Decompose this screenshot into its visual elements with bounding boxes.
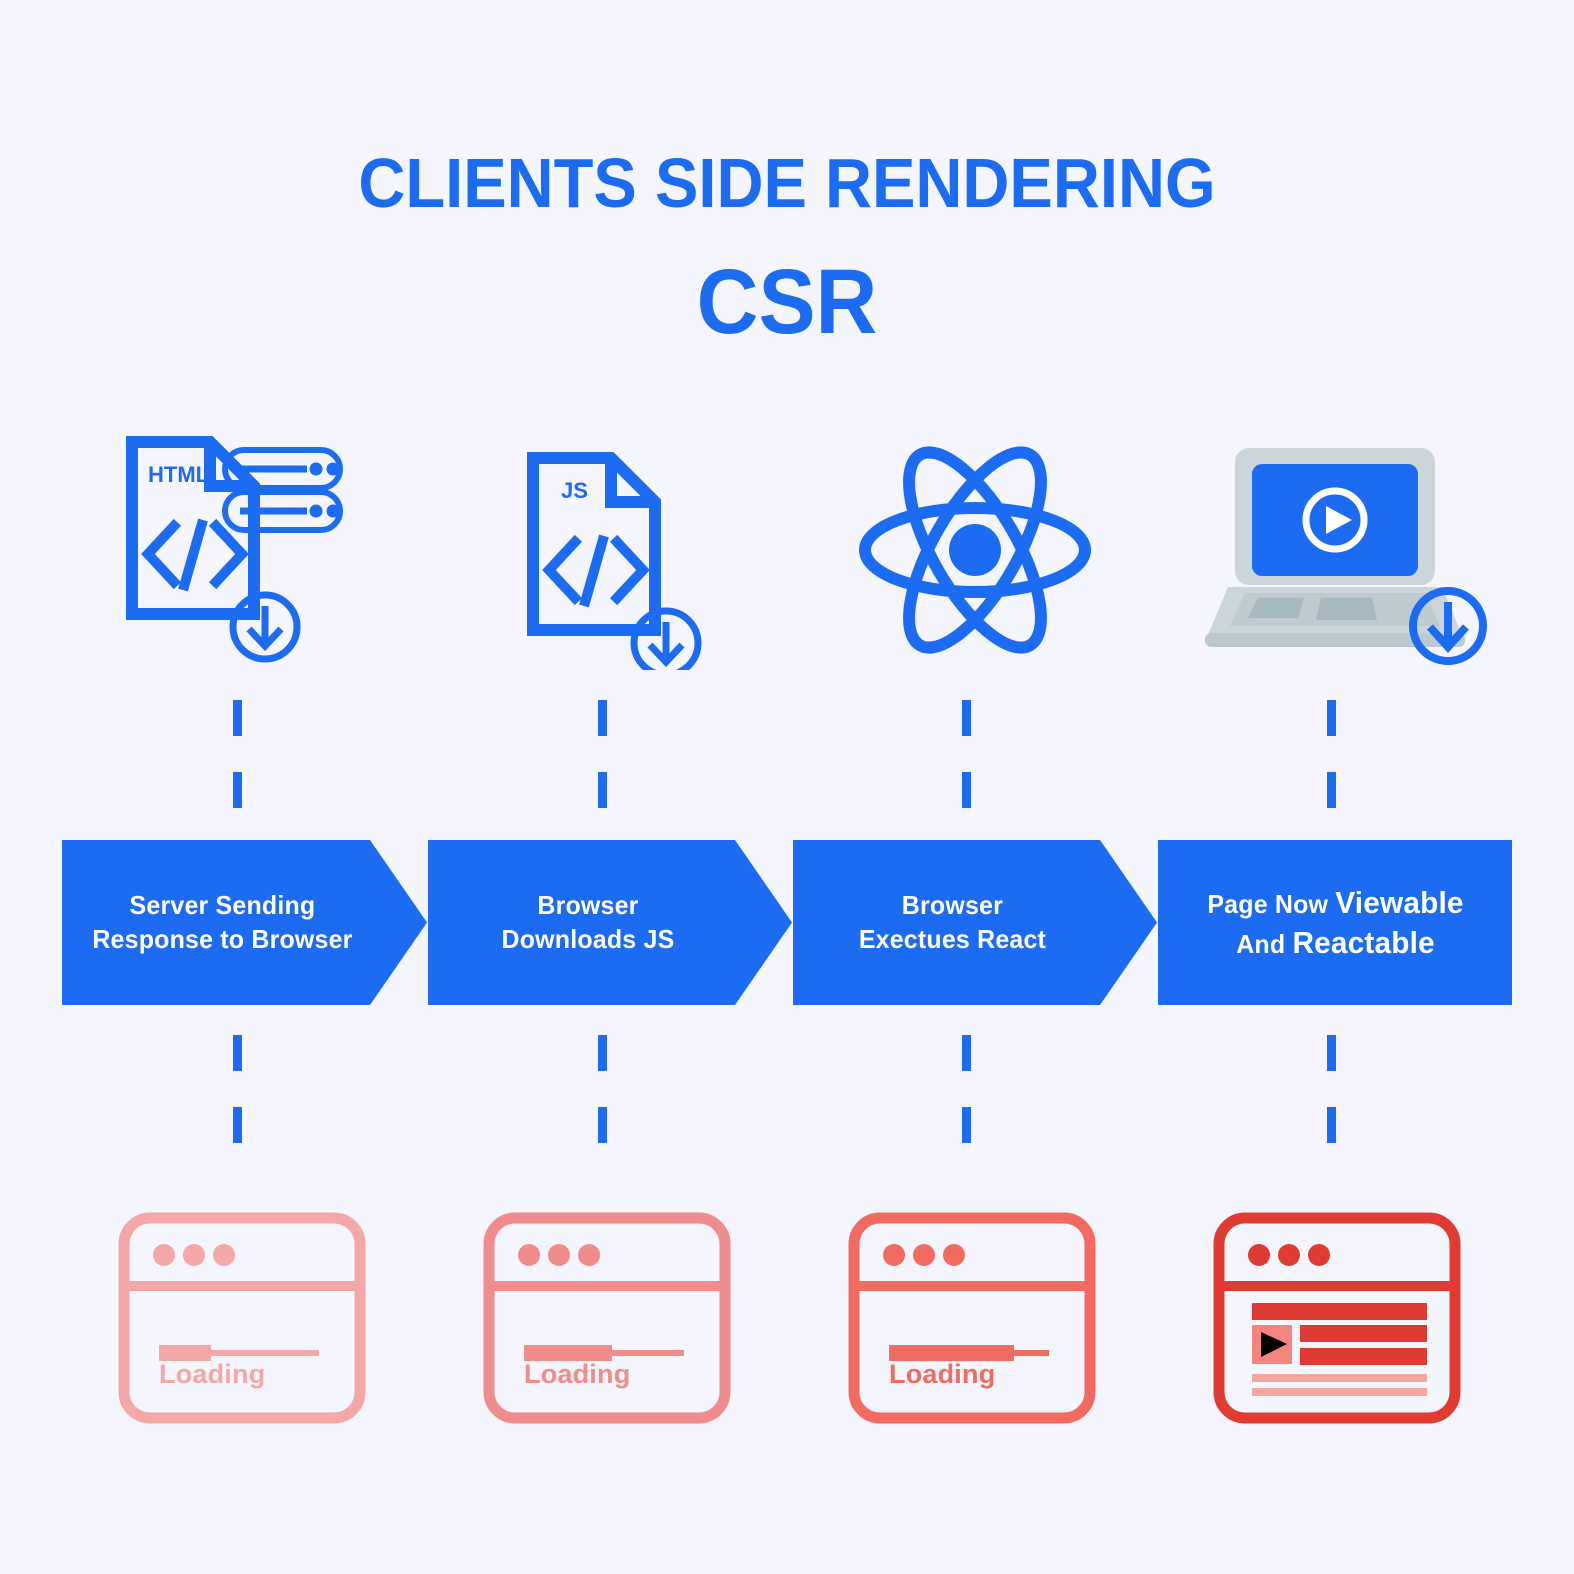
stage-3-arrow-line1: Browser	[902, 890, 1004, 921]
connector-dash-top-2	[598, 700, 607, 845]
stage-3-arrow-line2: Exectues React	[859, 923, 1047, 954]
html-file-server-download-icon: HTML	[126, 436, 343, 663]
browser-loaded-icon	[1213, 1212, 1461, 1424]
laptop-play-download-icon	[1205, 448, 1487, 665]
react-atom-icon	[859, 446, 1091, 654]
stage-4-arrow[interactable]: Page Now Viewable And Reactable	[1158, 840, 1512, 1005]
stage-2-loading-label: Loading	[524, 1359, 631, 1389]
stage-4-arrow-line2-prefix: And	[1235, 928, 1292, 959]
connector-dash-top-3	[962, 700, 971, 845]
stage-2-arrow-line2: Downloads JS	[501, 923, 675, 954]
stage-4-icon	[1200, 430, 1540, 680]
stage-3-icon	[850, 430, 1190, 680]
browser-loading-icon	[848, 1212, 1096, 1424]
stage-4-browser-window[interactable]	[1213, 1212, 1461, 1424]
stage-2-arrow[interactable]: Browser Downloads JS	[428, 840, 792, 1005]
connector-dash-bottom-3	[962, 1035, 971, 1145]
browser-loading-icon	[483, 1212, 731, 1424]
connector-dash-top-4	[1327, 700, 1336, 845]
page-title: CLIENTS SIDE RENDERING	[358, 144, 1216, 222]
stage-2-browser-window[interactable]: Loading	[483, 1212, 731, 1424]
connector-dash-bottom-1	[233, 1035, 242, 1145]
js-file-download-icon: JS	[527, 452, 702, 670]
stage-4-arrow-line1-strong: Viewable	[1334, 884, 1464, 920]
stage-1-arrow-line1: Server Sending	[129, 890, 316, 921]
diagram-canvas: CLIENTS SIDE RENDERING CSR HTML JS Serve…	[0, 0, 1574, 1574]
stage-1-loading-label: Loading	[159, 1359, 266, 1389]
stage-2-arrow-line1: Browser	[537, 890, 639, 921]
page-subtitle: CSR	[696, 251, 878, 353]
stage-3-browser-window[interactable]: Loading	[848, 1212, 1096, 1424]
connector-dash-top-1	[233, 700, 242, 845]
connector-dash-bottom-2	[598, 1035, 607, 1145]
js-label: JS	[561, 478, 588, 503]
stage-1-icon: HTML	[120, 430, 460, 680]
stage-3-loading-label: Loading	[889, 1359, 996, 1389]
connector-dash-bottom-4	[1327, 1035, 1336, 1145]
stage-3-arrow[interactable]: Browser Exectues React	[793, 840, 1157, 1005]
stage-1-arrow[interactable]: Server Sending Response to Browser	[62, 840, 427, 1005]
stage-4-arrow-line1-prefix: Page Now	[1206, 888, 1335, 919]
browser-loading-icon	[118, 1212, 366, 1424]
stage-2-icon: JS	[505, 430, 845, 680]
stage-4-arrow-line2-strong: Reactable	[1291, 924, 1435, 960]
stage-1-arrow-line2: Response to Browser	[92, 923, 353, 954]
html-label: HTML	[148, 462, 209, 487]
stage-1-browser-window[interactable]: Loading	[118, 1212, 366, 1424]
